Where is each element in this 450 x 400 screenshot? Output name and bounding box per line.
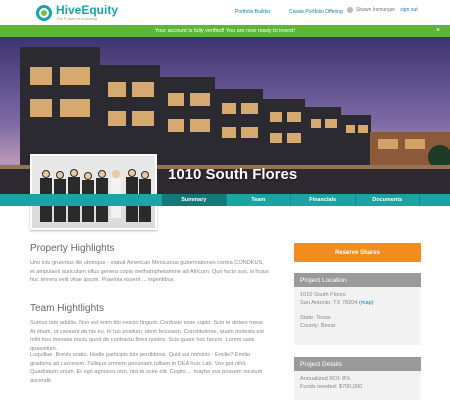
sign-out-link[interactable]: sign out — [400, 7, 418, 13]
logo-tagline: The Future of Investing — [56, 16, 98, 21]
address-line-1: 1010 South Flores — [300, 292, 346, 298]
user-icon — [347, 7, 353, 13]
close-icon[interactable]: × — [436, 27, 440, 34]
user-name: Shawn Irsmunger — [356, 7, 396, 13]
address-line-2-row: San Antonio, TX 78204 (map) — [300, 300, 415, 308]
tab-summary[interactable]: Summary — [162, 194, 227, 206]
project-location-heading: Project Location — [294, 273, 421, 287]
team-highlights-text: Sumus tam adultis. Non est enim tibi nes… — [30, 320, 265, 352]
top-header: HiveEquity The Future of Investing Portf… — [0, 0, 450, 25]
nav-create-portfolio-offering[interactable]: Create Portfolio Offering — [289, 9, 343, 15]
logo-name: HiveEquity — [56, 3, 119, 17]
property-highlights-heading: Property Highlights — [30, 243, 115, 254]
annualized-roi: Annualized ROI: 8% — [300, 376, 351, 382]
project-details-heading: Project Details — [294, 357, 421, 371]
address-line-2: San Antonio, TX 78204 — [300, 299, 358, 306]
state-text: State: Texas — [300, 315, 331, 321]
verified-banner: Your account is fully verified! You are … — [0, 25, 450, 37]
tabbar-right — [420, 194, 450, 206]
team-photo — [30, 154, 157, 230]
project-details-panel: Annualized ROI: 8% Funds needed: $700,00… — [294, 371, 421, 400]
reserve-shares-button[interactable]: Reserve Shares — [294, 243, 421, 262]
property-tabs: Summary Team Financials Documents — [162, 194, 420, 206]
county-text: County: Bexar — [300, 322, 336, 329]
property-highlights-text: Uno ictu gruentus illè utrimque - statui… — [30, 260, 269, 283]
team-highlights-text-2: Loquillae. Brevis oratio. Hodie particip… — [30, 352, 263, 384]
team-highlights-heading: Team Hightlights — [30, 303, 104, 314]
nav-portfolio-builder[interactable]: Portfolio Builder — [235, 9, 270, 15]
property-title: 1010 South Flores — [168, 166, 298, 183]
tab-team[interactable]: Team — [226, 194, 291, 206]
logo[interactable]: HiveEquity The Future of Investing — [36, 4, 118, 21]
tabbar-left — [0, 194, 162, 206]
user-menu[interactable]: Shawn Irsmunger sign out — [347, 7, 418, 13]
tab-documents[interactable]: Documents — [355, 194, 420, 206]
funds-needed: Funds needed: $700,000 — [300, 383, 363, 390]
verified-message: Your account is fully verified! You are … — [154, 28, 296, 34]
map-link[interactable]: (map) — [359, 300, 374, 306]
project-location-panel: 1010 South Flores San Antonio, TX 78204 … — [294, 287, 421, 345]
hive-logo-icon — [36, 4, 52, 21]
tab-financials[interactable]: Financials — [291, 194, 356, 206]
